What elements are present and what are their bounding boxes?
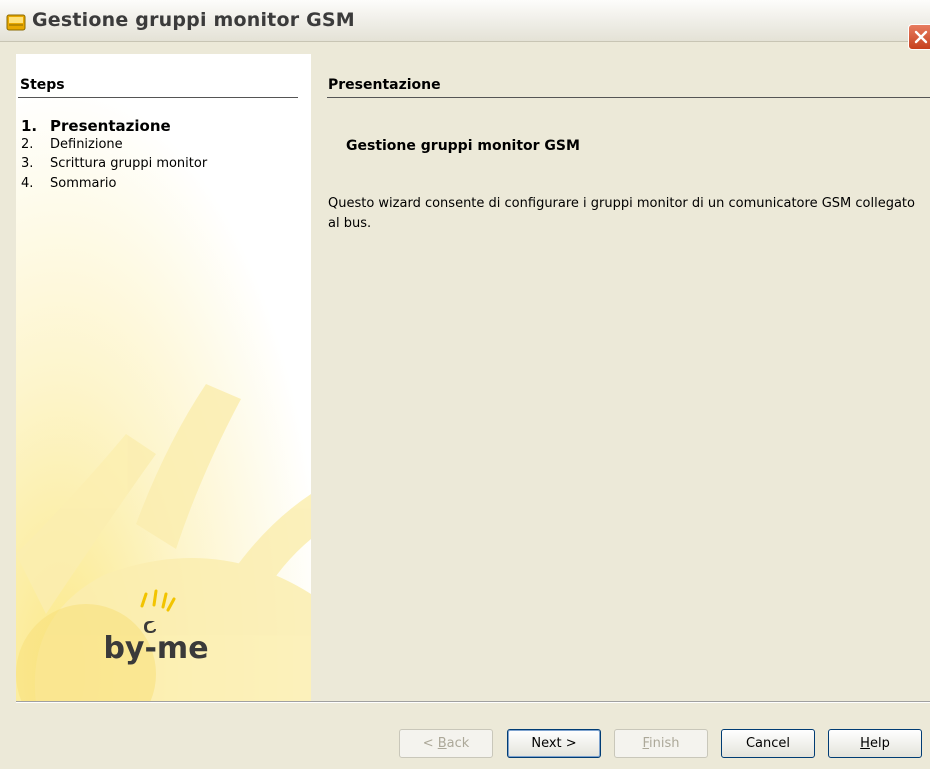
step-label: Definizione [50,137,123,152]
panel-divider [327,97,930,98]
step-number: 4. [21,176,34,191]
step-item-definizione: 2. Definizione [21,137,123,152]
step-number: 3. [21,156,34,171]
steps-divider [18,97,298,98]
panel-title: Presentazione [328,77,441,93]
steps-title: Steps [20,77,65,93]
close-button[interactable] [908,24,930,50]
finish-button[interactable]: Finish [614,729,708,758]
wizard-body: by-me Steps 1. Presentazione 2. Definizion… [0,54,930,703]
back-button-prefix: < [422,736,438,751]
help-button-mnemonic: H [860,736,870,751]
byme-logo-text: by-me [103,631,208,666]
content-description: Questo wizard consente di configurare i … [328,196,915,231]
button-bar-separator-highlight [16,702,930,703]
finish-button-rest: inish [649,736,680,751]
step-item-presentazione: 1. Presentazione [21,117,171,135]
step-label: Presentazione [50,117,171,135]
help-button[interactable]: Help [828,729,922,758]
step-number: 1. [21,117,38,135]
step-number: 2. [21,137,34,152]
close-icon [914,30,928,44]
step-label: Sommario [50,176,117,191]
back-button-rest: ack [446,736,470,751]
cancel-button[interactable]: Cancel [721,729,815,758]
next-button[interactable]: Next > [507,729,601,758]
window-title: Gestione gruppi monitor GSM [32,9,355,31]
content-heading: Gestione gruppi monitor GSM [346,138,580,154]
content-panel: Presentazione Gestione gruppi monitor GS… [311,54,930,703]
help-button-rest: elp [869,736,890,751]
back-button-mnemonic: B [437,736,447,751]
wizard-window: Gestione gruppi monitor GSM by-me Steps … [0,0,930,769]
step-item-sommario: 4. Sommario [21,176,116,191]
step-item-scrittura: 3. Scrittura gruppi monitor [21,156,207,171]
back-button[interactable]: < Back [399,729,493,758]
title-bar[interactable]: Gestione gruppi monitor GSM [0,0,930,50]
step-label: Scrittura gruppi monitor [50,156,208,171]
app-icon [6,14,26,31]
steps-panel: by-me Steps 1. Presentazione 2. Definizion… [16,54,311,703]
